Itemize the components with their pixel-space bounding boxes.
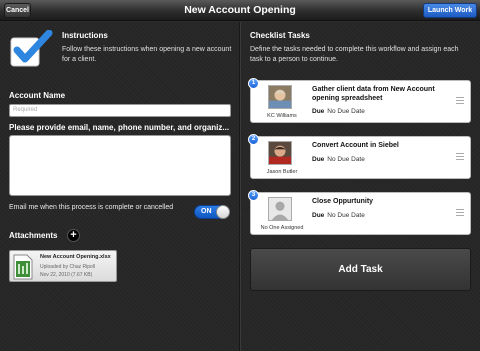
task-number-badge: 1 — [248, 78, 259, 89]
attachment-name: New Account Opening.xlsx — [40, 254, 111, 260]
attachment-item[interactable]: New Account Opening.xlsx Uploaded by Cha… — [9, 250, 117, 282]
task-assignee: KC Williams — [267, 113, 297, 119]
task-assignee: No One Assigned — [260, 225, 304, 231]
account-name-input[interactable]: Required — [9, 104, 231, 117]
task-due: Due No Due Date — [312, 108, 365, 115]
checklist-title: Checklist Tasks — [250, 31, 310, 40]
task-number-badge: 3 — [248, 190, 259, 201]
avatar-placeholder-icon — [268, 197, 292, 221]
toggle-knob — [216, 205, 230, 219]
add-attachment-button[interactable]: + — [67, 229, 80, 242]
task-item[interactable]: 1 KC Williams Gather client data from Ne… — [248, 78, 471, 123]
task-due: Due No Due Date — [312, 156, 365, 163]
email-notify-toggle[interactable]: ON — [194, 205, 230, 219]
due-value: No Due Date — [327, 108, 365, 115]
drag-handle-icon[interactable] — [456, 209, 464, 216]
launch-work-button[interactable]: Launch Work — [423, 3, 477, 18]
due-label: Due — [312, 108, 325, 115]
task-item[interactable]: 3 No One Assigned Close Oppurtunity Due N… — [248, 190, 471, 235]
excel-file-icon — [13, 254, 33, 280]
navigation-bar: Cancel New Account Opening Launch Work — [0, 0, 480, 21]
task-title: Gather client data from New Account open… — [312, 86, 435, 102]
pane-divider — [239, 22, 241, 351]
drag-handle-icon[interactable] — [456, 97, 464, 104]
instructions-text: Follow these instructions when opening a… — [62, 46, 232, 63]
due-value: No Due Date — [327, 212, 365, 219]
instructions-title: Instructions — [62, 31, 108, 40]
attachments-label: Attachments — [9, 231, 58, 240]
checklist-description: Define the tasks needed to complete this… — [250, 46, 459, 63]
page-title: New Account Opening — [184, 4, 296, 16]
task-due: Due No Due Date — [312, 212, 365, 219]
avatar — [268, 141, 292, 165]
add-task-button[interactable]: Add Task — [250, 248, 471, 291]
due-label: Due — [312, 212, 325, 219]
attachment-date-size: Nov 22, 2010 (7.67 KB) — [40, 272, 93, 278]
task-title: Convert Account in Siebel — [312, 142, 399, 149]
task-title: Close Oppurtunity — [312, 198, 374, 205]
avatar — [268, 85, 292, 109]
task-number-badge: 2 — [248, 134, 259, 145]
task-item[interactable]: 2 Jason Butler Convert Account in Siebel… — [248, 134, 471, 179]
details-label: Please provide email, name, phone number… — [9, 123, 230, 132]
due-label: Due — [312, 156, 325, 163]
task-assignee: Jason Butler — [266, 169, 298, 175]
details-textarea[interactable] — [9, 135, 231, 196]
checkbox-checked-icon — [10, 30, 53, 67]
toggle-state-label: ON — [201, 208, 212, 215]
email-notify-label: Email me when this process is complete o… — [9, 204, 174, 211]
due-value: No Due Date — [327, 156, 365, 163]
account-name-label: Account Name — [9, 91, 66, 100]
attachment-uploader: Uploaded by Chaz Ripoll — [40, 264, 96, 270]
drag-handle-icon[interactable] — [456, 153, 464, 160]
